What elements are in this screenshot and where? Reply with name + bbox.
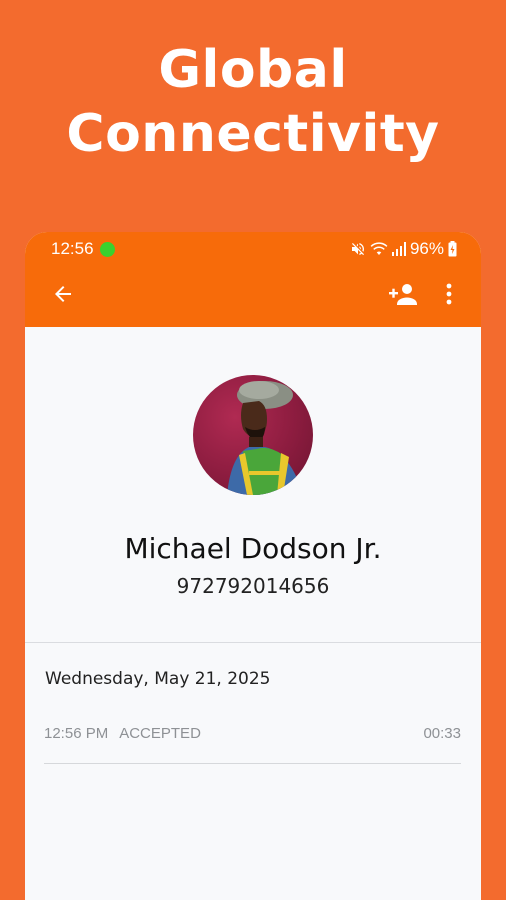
phone-screen: 12:56 96% Michael Dodson Jr. 97279201465… [25,232,481,900]
contact-header: Michael Dodson Jr. 972792014656 [25,327,481,642]
avatar-portrait [227,381,303,495]
call-log-entry[interactable]: 12:56 PM ACCEPTED 00:33 [44,723,461,743]
wifi-icon [370,242,388,255]
contact-name: Michael Dodson Jr. [124,532,382,565]
app-bar: 12:56 96% [25,232,481,327]
arrow-left-icon [55,286,71,302]
section-divider [25,642,481,643]
mute-icon [351,243,364,256]
signal-icon [391,242,406,256]
call-date: Wednesday, May 21, 2025 [45,669,271,689]
call-time: 12:56 PM [44,724,109,742]
add-contact-button[interactable] [385,276,421,312]
status-time: 12:56 [51,239,94,258]
promo-title: Global Connectivity [0,38,506,166]
row-divider [44,763,461,764]
more-vert-icon [446,283,452,305]
promo-title-line2: Connectivity [66,104,440,164]
back-button[interactable] [45,276,81,312]
person-add-icon [389,284,417,305]
more-options-button[interactable] [431,276,467,312]
status-icons: 96% [350,239,457,259]
battery-charging-icon [448,241,457,257]
battery-percent: 96% [409,239,444,258]
status-bar: 12:56 96% [25,232,481,266]
contact-phone[interactable]: 972792014656 [25,574,481,598]
call-status: ACCEPTED [119,724,201,742]
call-indicator-icon [99,241,115,257]
avatar [193,375,313,495]
promo-title-line1: Global [158,40,348,100]
call-duration: 00:33 [423,724,461,742]
toolbar [25,276,481,312]
